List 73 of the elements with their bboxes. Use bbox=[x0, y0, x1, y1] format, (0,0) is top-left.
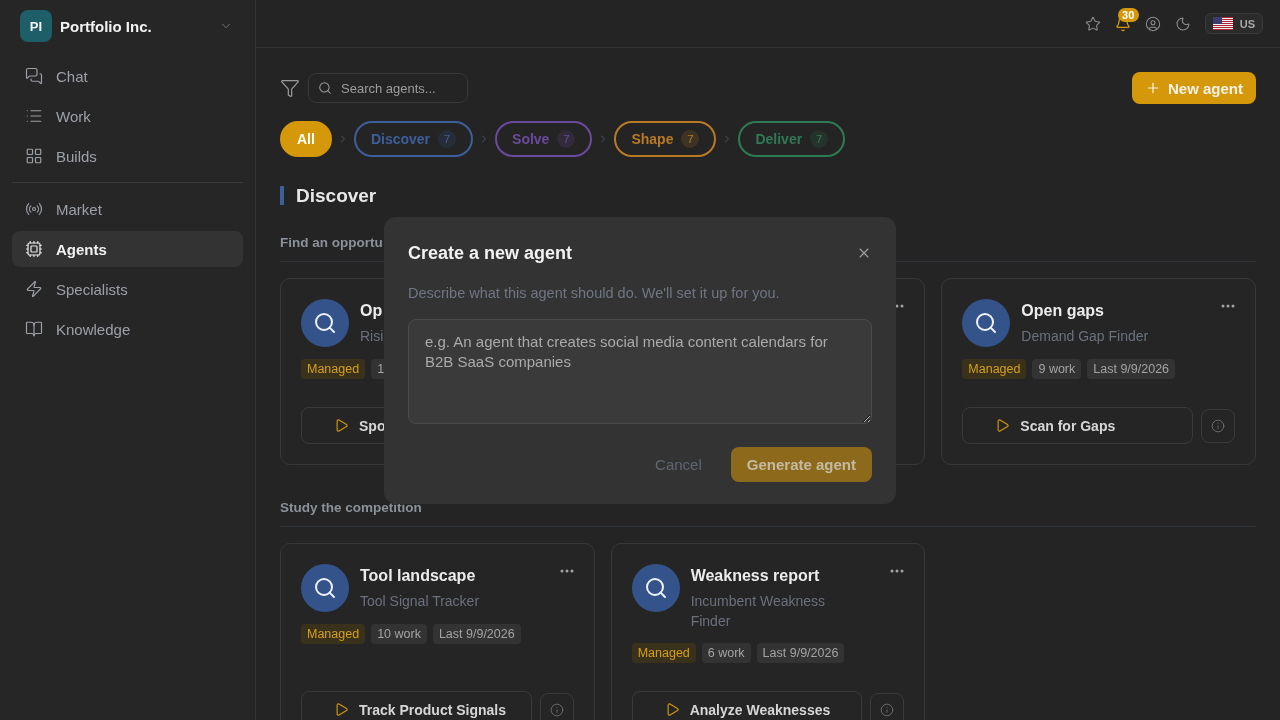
prompt-field[interactable]: e.g. An agent that creates social media content calendars for B2B SaaS companies bbox=[408, 318, 872, 424]
agent-title: Open gaps bbox=[1021, 301, 1104, 321]
search-icon bbox=[318, 81, 332, 95]
stage-filter-tab[interactable]: Shape 7 bbox=[614, 121, 717, 157]
magnifier-avatar-icon bbox=[301, 299, 349, 347]
run-button[interactable]: Analyze Weaknesses bbox=[631, 691, 863, 720]
agent-title: Tool landscape bbox=[360, 566, 476, 586]
meta-tag: 10 work bbox=[371, 624, 427, 644]
agent-subtitle: Tool Signal Tracker bbox=[360, 592, 480, 611]
nav-item[interactable]: Agents bbox=[12, 231, 243, 267]
agent-subtitle: Incumbent Weakness Finder bbox=[690, 592, 827, 631]
stage-filter-tab[interactable]: Deliver 7 bbox=[738, 121, 846, 157]
lightning-icon bbox=[25, 280, 43, 298]
user-icon[interactable] bbox=[1144, 15, 1161, 32]
nav-item[interactable]: Market bbox=[12, 191, 243, 227]
info-icon bbox=[880, 703, 895, 717]
dialog-title: Create a new agent bbox=[408, 241, 573, 264]
stage-count: 7 bbox=[681, 130, 700, 148]
nav-item[interactable]: Specialists bbox=[12, 271, 243, 307]
meta-tag: 9 work bbox=[1032, 359, 1082, 379]
section-heading: Discover bbox=[280, 186, 377, 205]
book-icon bbox=[25, 320, 43, 338]
chip-icon bbox=[25, 240, 43, 258]
status-tag: Managed bbox=[631, 643, 696, 663]
notification-badge: 30 bbox=[1117, 7, 1139, 22]
meta-tag: Last 9/9/2026 bbox=[1087, 359, 1176, 379]
nav-item[interactable]: Builds bbox=[12, 138, 243, 174]
star-icon[interactable] bbox=[1084, 15, 1101, 32]
workspace-name[interactable]: Portfolio Inc. bbox=[60, 17, 152, 35]
moon-icon[interactable] bbox=[1174, 15, 1191, 32]
info-icon bbox=[549, 703, 564, 717]
agent-title: Weakness report bbox=[690, 566, 820, 586]
play-icon bbox=[334, 702, 349, 717]
nav-item[interactable]: Chat bbox=[12, 58, 243, 94]
run-button[interactable]: Track Product Signals bbox=[301, 691, 532, 720]
stage-count: 7 bbox=[557, 130, 576, 148]
stage-count: 7 bbox=[810, 130, 829, 148]
status-tag: Managed bbox=[962, 359, 1027, 379]
search-field[interactable]: Search agents... bbox=[308, 73, 468, 103]
agent-title: Op bbox=[360, 301, 383, 321]
broadcast-icon bbox=[25, 200, 43, 218]
play-icon bbox=[334, 418, 349, 433]
grid-icon bbox=[25, 147, 43, 165]
more-icon[interactable] bbox=[1221, 304, 1235, 308]
meta-tag: Last 9/9/2026 bbox=[756, 643, 845, 663]
dialog-description: Describe what this agent should do. We'll set it up for you. bbox=[408, 283, 781, 303]
nav-item[interactable]: Knowledge bbox=[12, 311, 243, 347]
magnifier-avatar-icon bbox=[301, 564, 349, 612]
nav-item[interactable]: Work bbox=[12, 98, 243, 134]
status-tag: Managed bbox=[301, 624, 366, 644]
filter-icon[interactable] bbox=[280, 78, 300, 98]
stage-count: 7 bbox=[438, 130, 457, 148]
run-button[interactable]: Scan for Gaps bbox=[962, 407, 1193, 444]
chat-bubbles-icon bbox=[25, 67, 43, 85]
locale-button[interactable]: US bbox=[1204, 13, 1263, 34]
more-icon[interactable] bbox=[559, 569, 574, 573]
play-icon bbox=[664, 702, 680, 717]
group-title: Study the competition bbox=[280, 501, 422, 515]
status-tag: Managed bbox=[301, 359, 366, 379]
info-icon bbox=[1211, 419, 1225, 433]
flag-icon bbox=[1212, 17, 1233, 30]
workspace-avatar[interactable]: PI bbox=[20, 10, 52, 42]
plus-icon bbox=[1145, 80, 1161, 96]
meta-tag: Last 9/9/2026 bbox=[432, 624, 521, 644]
magnifier-avatar-icon bbox=[962, 299, 1011, 347]
meta-tag: 6 work bbox=[701, 643, 751, 663]
group-title: Find an opportu bbox=[280, 236, 383, 250]
list-icon bbox=[25, 107, 43, 125]
agent-subtitle: Demand Gap Finder bbox=[1021, 327, 1149, 346]
magnifier-avatar-icon bbox=[631, 564, 680, 612]
play-icon bbox=[995, 418, 1011, 433]
more-icon[interactable] bbox=[890, 569, 905, 573]
agent-subtitle: Risi bbox=[360, 327, 384, 346]
